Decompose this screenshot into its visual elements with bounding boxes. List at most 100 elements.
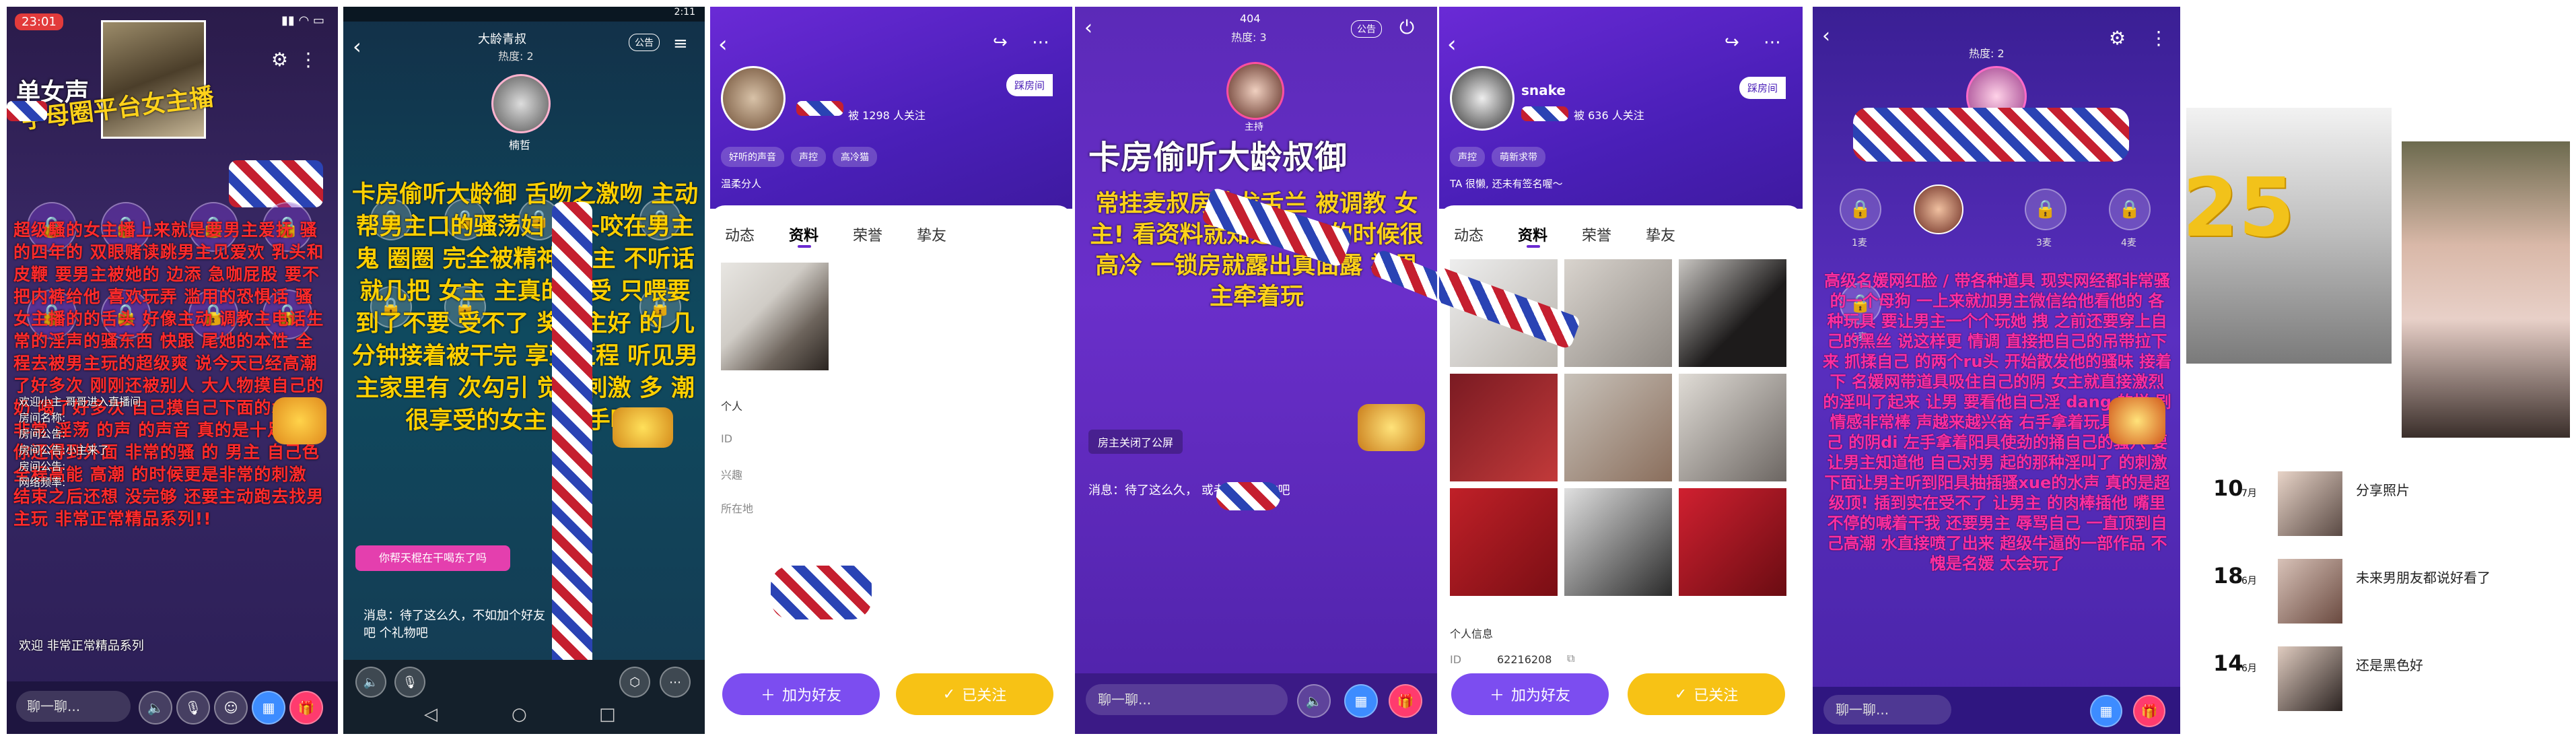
more-circle-icon[interactable]: ⋯	[660, 667, 691, 698]
girl-photo	[2402, 141, 2570, 438]
more-icon[interactable]: ⋯	[1764, 32, 1781, 53]
chat-line: 网络频率:	[19, 476, 66, 489]
heat-label: 热度: 2	[1969, 47, 2005, 60]
add-friend-button[interactable]: ＋ 加为好友	[1451, 673, 1609, 715]
lock-seat[interactable]: 🔒	[2109, 189, 2151, 230]
heat-label: 热度: 2	[498, 50, 534, 63]
more-icon[interactable]: ⋮	[2149, 27, 2168, 49]
feed-text: 未来男朋友都说好看了	[2356, 570, 2491, 586]
back-icon[interactable]: ‹	[718, 31, 728, 58]
menu-icon[interactable]: ≡	[673, 34, 688, 54]
photo-thumb[interactable]	[1679, 259, 1786, 367]
back-icon[interactable]: ‹	[353, 34, 361, 59]
cube-icon[interactable]: ⬡	[619, 667, 650, 698]
feed-item[interactable]: 10 7月 分享照片	[2213, 471, 2563, 545]
photo-thumb[interactable]	[1450, 488, 1558, 596]
photo-thumb[interactable]	[1679, 374, 1786, 481]
legs-photo[interactable]	[721, 263, 829, 370]
apps-icon[interactable]: ▦	[2090, 695, 2122, 727]
gift-badge[interactable]	[273, 397, 326, 444]
apps-icon[interactable]: ▦	[252, 691, 285, 725]
share-icon[interactable]: ↪	[993, 32, 1008, 53]
more-icon[interactable]: ⋮	[299, 48, 318, 71]
nav-back-icon[interactable]: ◁	[424, 704, 438, 725]
censor-stripe	[1853, 108, 2129, 162]
photo-thumb[interactable]	[1564, 488, 1672, 596]
feed-thumb[interactable]	[2278, 646, 2342, 711]
report-button[interactable]: 踩房间	[1739, 77, 1786, 99]
announce-button[interactable]: 公告	[629, 34, 660, 51]
emoji-icon[interactable]: ☺	[214, 691, 248, 725]
occupied-seat[interactable]	[1914, 184, 1963, 234]
pink-button[interactable]: 你帮天棍在干喝东了吗	[355, 545, 510, 571]
mic-off-icon[interactable]: 🎙	[394, 667, 425, 698]
feed-thumb[interactable]	[2278, 559, 2342, 624]
profile-tag: 好听的声音	[721, 147, 784, 167]
tab-honor[interactable]: 荣誉	[853, 224, 882, 245]
share-icon[interactable]: ↪	[1725, 32, 1739, 53]
tab-friends[interactable]: 挚友	[1646, 224, 1675, 245]
speaker-icon[interactable]: 🔈	[139, 691, 172, 725]
profile-bio: 温柔分人	[721, 178, 762, 190]
back-icon[interactable]: ‹	[1447, 31, 1457, 58]
tab-info[interactable]: 资料	[1518, 224, 1547, 245]
heat-label: 热度: 3	[1231, 31, 1267, 44]
tag-list: 好听的声音 声控 高冷猫	[721, 147, 877, 167]
back-icon[interactable]: ‹	[1084, 16, 1092, 40]
feed-item[interactable]: 18 6月 未来男朋友都说好看了	[2213, 559, 2563, 633]
back-icon[interactable]: ‹	[1822, 24, 1830, 48]
speaker-icon[interactable]: 🔈	[355, 667, 386, 698]
bottom-bar: 聊一聊... 🔈 🎙 ☺ ▦ 🎁	[7, 681, 338, 734]
feed-thumb[interactable]	[2278, 471, 2342, 536]
treasure-icon[interactable]	[2109, 397, 2165, 444]
tab-dynamics[interactable]: 动态	[725, 224, 755, 245]
followed-button[interactable]: ✓ 已关注	[1628, 673, 1785, 715]
profile-tag: 高冷猫	[833, 147, 877, 167]
apps-icon[interactable]: ▦	[1344, 684, 1378, 718]
more-icon[interactable]: ⋯	[1032, 32, 1049, 53]
host-avatar[interactable]	[491, 74, 551, 133]
report-button[interactable]: 踩房间	[1006, 74, 1053, 96]
photo-thumb[interactable]	[1564, 374, 1672, 481]
copy-icon[interactable]: ⧉	[1567, 652, 1574, 665]
host-avatar[interactable]	[1226, 62, 1284, 120]
nav-home-icon[interactable]: ○	[512, 704, 527, 725]
chat-line: 房间名称:	[19, 411, 66, 424]
photo-thumb[interactable]	[1679, 488, 1786, 596]
profile-avatar[interactable]	[1450, 66, 1515, 131]
nav-recent-icon[interactable]: □	[599, 704, 616, 725]
tab-info[interactable]: 资料	[789, 224, 819, 245]
add-friend-button[interactable]: ＋ 加为好友	[722, 673, 880, 715]
settings-icon[interactable]: ⚙	[2109, 27, 2126, 49]
tab-friends[interactable]: 挚友	[917, 224, 946, 245]
feed-month: 7月	[2241, 488, 2257, 499]
gift-box-icon[interactable]	[613, 407, 673, 448]
gift-icon[interactable]: 🎁	[289, 691, 323, 725]
power-icon[interactable]: ⏻	[1399, 16, 1414, 39]
followed-label: 已关注	[1694, 687, 1739, 704]
mic-icon[interactable]: 🎙	[176, 691, 210, 725]
photo-thumb[interactable]	[1450, 374, 1558, 481]
lock-seat[interactable]: 🔒	[2025, 189, 2066, 230]
gift-icon[interactable]: 🎁	[2133, 695, 2165, 727]
gift-banner[interactable]	[1358, 404, 1425, 451]
chat-input[interactable]: 聊一聊...	[1823, 695, 1951, 725]
feed-month: 6月	[2241, 576, 2257, 586]
chat-input[interactable]: 聊一聊...	[1086, 684, 1288, 715]
settings-icon[interactable]: ⚙	[271, 48, 288, 71]
lock-seat[interactable]: 🔒	[1840, 189, 1881, 230]
profile-avatar[interactable]	[721, 66, 786, 131]
announce-button[interactable]: 公告	[1351, 20, 1382, 38]
chat-line: 房间公告:	[19, 460, 66, 473]
chat-input[interactable]: 聊一聊...	[16, 691, 131, 722]
photo-thumb[interactable]	[1564, 259, 1672, 367]
feed-text: 还是黑色好	[2356, 657, 2423, 673]
followed-button[interactable]: ✓ 已关注	[896, 673, 1053, 715]
gift-icon[interactable]: 🎁	[1389, 684, 1422, 718]
feed-item[interactable]: 14 6月 还是黑色好	[2213, 646, 2563, 720]
tab-dynamics[interactable]: 动态	[1454, 224, 1484, 245]
speaker-icon[interactable]: 🔈	[1297, 684, 1331, 718]
censor-stripe	[771, 566, 872, 619]
bottom-bar: 聊一聊... ▦ 🎁	[1813, 687, 2180, 734]
tab-honor[interactable]: 荣誉	[1582, 224, 1611, 245]
